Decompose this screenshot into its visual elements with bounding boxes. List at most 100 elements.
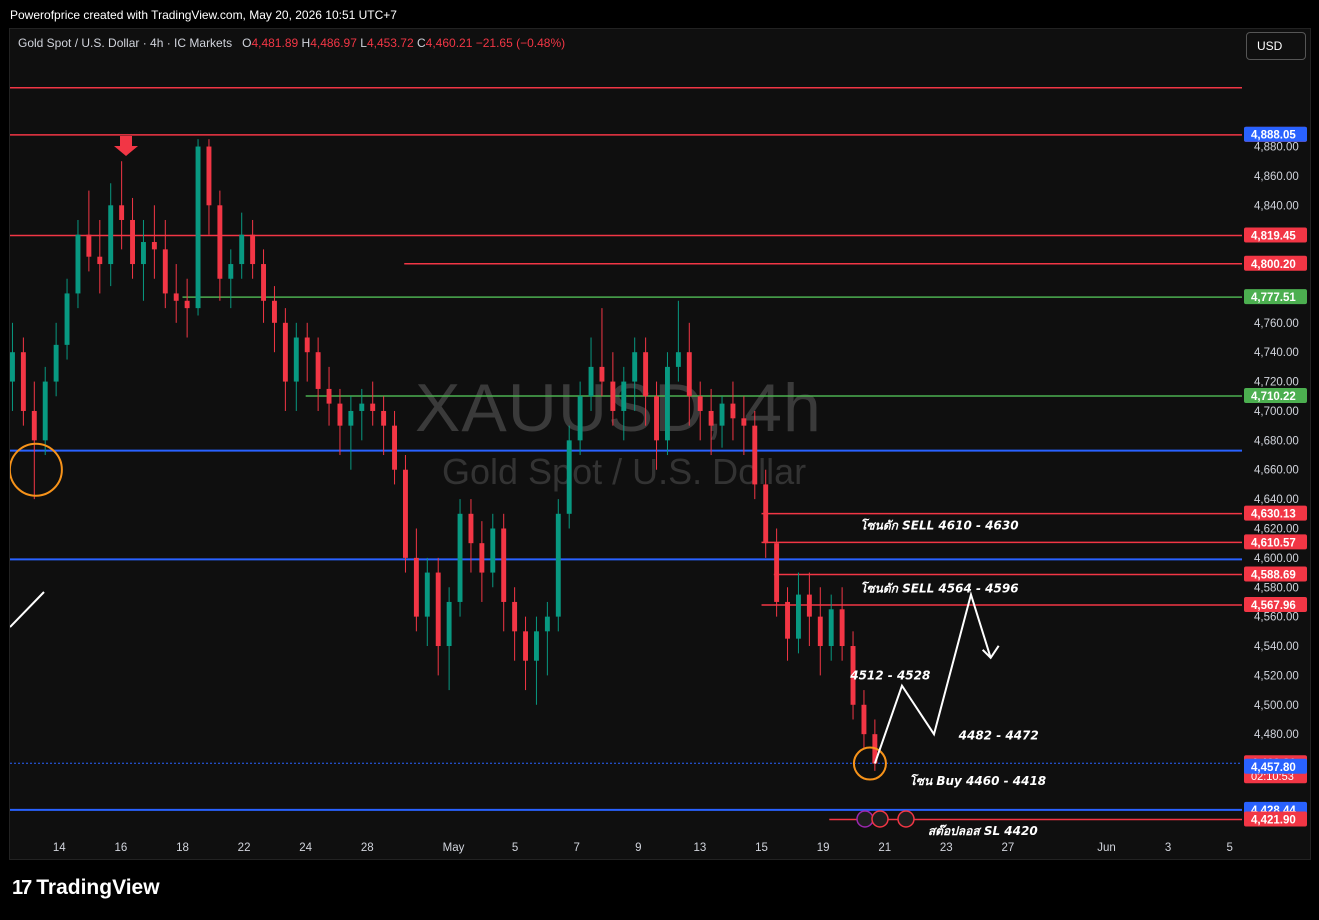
candlestick-chart[interactable]: โซนดัก SELL 4610 - 4630 โซนดัก SELL 4564 …: [10, 29, 1311, 860]
candle-body: [697, 396, 703, 411]
x-tick-label: 13: [694, 842, 707, 854]
x-tick-label: 22: [238, 842, 251, 854]
y-tick-label: 4,660.00: [1254, 465, 1299, 477]
y-tick-label: 4,880.00: [1254, 142, 1299, 154]
candle-body: [239, 234, 245, 265]
candle-body: [654, 396, 659, 441]
y-tick-label: 4,700.00: [1254, 406, 1299, 418]
candle-body: [643, 352, 649, 397]
candle-body: [785, 601, 790, 639]
candle-body: [861, 704, 867, 735]
candle-body: [10, 352, 15, 382]
candle-body: [97, 256, 103, 265]
chart-caption: Powerofprice created with TradingView.co…: [10, 8, 397, 22]
candle-body: [20, 352, 26, 411]
candle-body: [293, 337, 299, 382]
candle-body: [675, 352, 681, 367]
candle-body: [730, 403, 736, 419]
candle-body: [839, 609, 845, 647]
candle-body: [141, 242, 146, 265]
event-icon: [871, 810, 889, 828]
annotation-label: โซนดัก SELL 4610 - 4630: [860, 518, 1018, 533]
price-tag-label: 4,421.90: [1251, 815, 1296, 827]
candle-body: [250, 234, 256, 265]
high-value: 4,486.97: [310, 36, 357, 50]
x-tick-label: 23: [940, 842, 953, 854]
symbol-info: Gold Spot / U.S. Dollar · 4h · IC Market…: [18, 36, 233, 50]
price-tag-label: 4,710.22: [1251, 391, 1296, 403]
candle-body: [228, 264, 234, 279]
open-value: 4,481.89: [251, 36, 299, 50]
candle-body: [31, 410, 37, 441]
candle-body: [381, 410, 387, 426]
chart-frame[interactable]: XAUUSD, 4h Gold Spot / U.S. Dollar โซนดั…: [9, 28, 1311, 860]
candle-body: [621, 381, 627, 411]
price-tag-label: 4,457.80: [1251, 762, 1296, 774]
candle-body: [533, 631, 539, 661]
candle-body: [544, 616, 550, 632]
x-tick-label: 24: [299, 842, 312, 854]
y-tick-label: 4,860.00: [1254, 171, 1299, 183]
y-tick-label: 4,580.00: [1254, 582, 1299, 594]
candle-body: [752, 425, 758, 485]
candle-body: [348, 410, 354, 426]
candle-body: [512, 601, 518, 632]
candle-body: [806, 594, 812, 617]
candle-body: [130, 219, 136, 265]
x-tick-label: 16: [114, 842, 127, 854]
candle-body: [435, 572, 441, 647]
annotation-label: โซน Buy 4460 - 4418: [909, 773, 1046, 788]
candle-body: [272, 300, 277, 323]
candle-body: [75, 234, 81, 294]
event-icon: [897, 810, 915, 828]
low-label: L: [360, 36, 367, 50]
y-tick-label: 4,540.00: [1254, 641, 1299, 653]
annotation-label: โซนดัก SELL 4564 - 4596: [860, 581, 1018, 596]
x-tick-label: 5: [512, 842, 518, 854]
y-tick-label: 4,760.00: [1254, 318, 1299, 330]
event-icon: [856, 810, 874, 828]
candle-body: [42, 381, 48, 441]
x-tick-label: 27: [1002, 842, 1015, 854]
candle-body: [315, 352, 321, 389]
candle-body: [828, 609, 834, 647]
trend-stroke: [10, 591, 45, 628]
candle-body: [632, 352, 638, 382]
x-tick-label: 15: [755, 842, 768, 854]
candle-body: [370, 403, 376, 411]
candle-body: [86, 234, 92, 257]
x-tick-label: 21: [878, 842, 891, 854]
candle-body: [64, 293, 70, 345]
price-tag-label: 4,800.20: [1251, 259, 1296, 271]
x-tick-label: Jun: [1097, 842, 1116, 854]
candle-body: [763, 484, 769, 544]
close-label: C: [417, 36, 426, 50]
candle-body: [457, 513, 463, 602]
tradingview-logo[interactable]: 17 TradingView: [12, 876, 160, 900]
candle-body: [173, 293, 179, 301]
x-tick-label: 18: [176, 842, 189, 854]
candle-body: [53, 344, 59, 382]
annotation-label: 4512 - 4528: [849, 668, 930, 682]
price-tag-label: 4,588.69: [1251, 569, 1296, 581]
candle-body: [206, 146, 212, 206]
price-tag-label: 4,777.51: [1251, 292, 1296, 304]
y-tick-label: 4,500.00: [1254, 700, 1299, 712]
candle-body: [566, 440, 572, 514]
x-tick-label: 5: [1226, 842, 1232, 854]
y-tick-label: 4,640.00: [1254, 494, 1299, 506]
candle-body: [719, 403, 725, 426]
currency-button[interactable]: USD: [1246, 32, 1306, 60]
price-tag-label: 4,888.05: [1251, 130, 1296, 142]
y-tick-label: 4,740.00: [1254, 347, 1299, 359]
candle-body: [446, 601, 452, 647]
candle-body: [523, 631, 528, 661]
price-tag-label: 4,819.45: [1251, 230, 1296, 242]
candle-body: [359, 403, 365, 411]
y-tick-label: 4,560.00: [1254, 612, 1299, 624]
candle-body: [261, 264, 266, 301]
y-tick-label: 4,840.00: [1254, 200, 1299, 212]
x-tick-label: 3: [1165, 842, 1171, 854]
close-value: 4,460.21: [425, 36, 473, 50]
x-tick-label: 28: [361, 842, 374, 854]
